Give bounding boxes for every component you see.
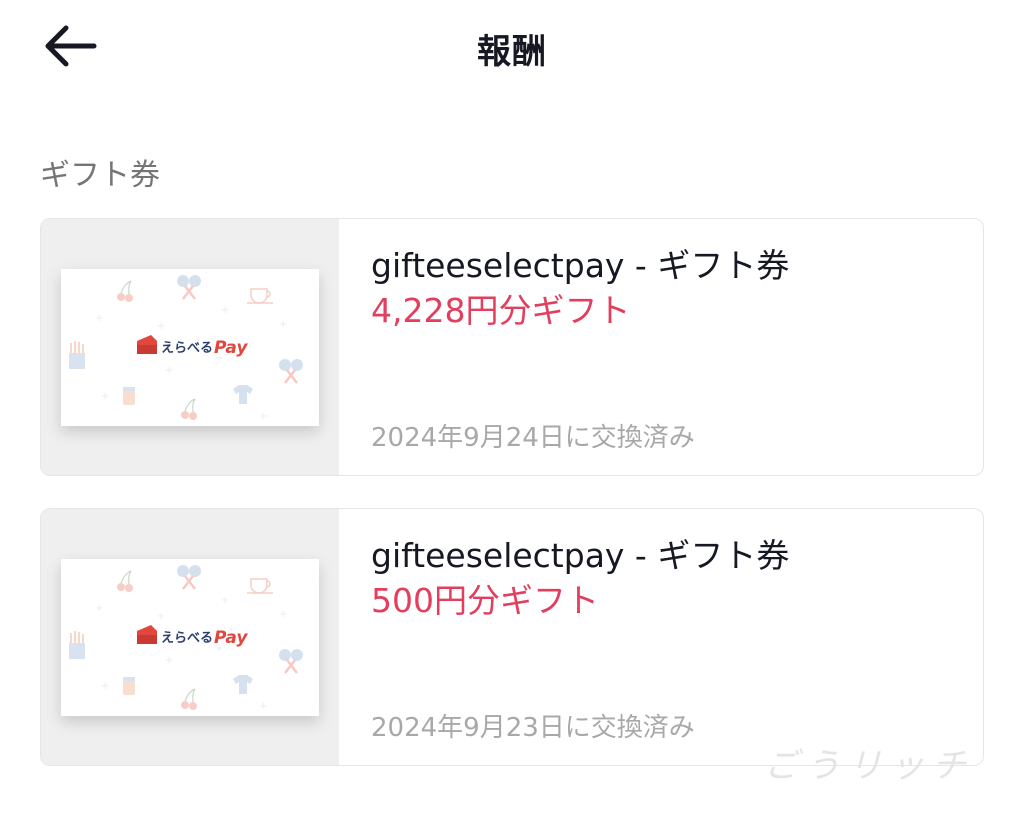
gift-card-name: gifteeselectpay - ギフト券 — [371, 536, 790, 575]
erabell-pay-card-image: + + + + + + + + えらべる Pay — [61, 559, 319, 716]
gift-card-amount: 500円分ギフト — [371, 581, 599, 620]
cherry-icon — [117, 280, 133, 302]
maracas-icon — [279, 359, 303, 384]
erabell-pay-logo-icon — [137, 625, 157, 644]
drink-icon — [123, 677, 135, 695]
maracas-icon — [279, 649, 303, 674]
svg-text:+: + — [221, 305, 229, 316]
gift-card-thumbnail: + + + + + + + + えらべる Pay — [41, 509, 339, 765]
svg-text:+: + — [95, 313, 103, 324]
svg-text:+: + — [165, 655, 173, 666]
gift-card-exchange-date: 2024年9月24日に交換済み — [371, 423, 695, 453]
cherry-icon — [117, 570, 133, 592]
header: 報酬 — [0, 0, 1024, 92]
page-title: 報酬 — [477, 32, 547, 72]
gift-card-amount: 4,228円分ギフト — [371, 291, 631, 330]
gift-card-item[interactable]: + + + + + + + + えらべる Pay gifteeselectpay - ギ… — [40, 218, 984, 476]
svg-text:+: + — [259, 411, 267, 422]
svg-text:+: + — [157, 611, 165, 622]
maracas-icon — [177, 565, 201, 590]
tshirt-icon — [233, 385, 253, 404]
gift-card-item[interactable]: + + + + + + + + えらべる Pay gifteeselectpay - ギ… — [40, 508, 984, 766]
erabell-pay-card-image: + + + + + + + + えらべる Pay — [61, 269, 319, 426]
coffee-cup-icon — [247, 578, 273, 594]
coffee-cup-icon — [247, 288, 273, 304]
maracas-icon — [177, 275, 201, 300]
cherry-icon — [181, 398, 197, 420]
gift-card-info: gifteeselectpay - ギフト券 500円分ギフト 2024年9月2… — [371, 533, 963, 765]
cherry-icon — [181, 688, 197, 710]
svg-text:+: + — [95, 603, 103, 614]
svg-text:+: + — [279, 609, 287, 620]
watermark: ごうリッチ — [764, 746, 974, 786]
logo-pay-text: Pay — [214, 628, 248, 648]
tshirt-icon — [233, 675, 253, 694]
svg-text:+: + — [259, 701, 267, 712]
svg-text:+: + — [101, 391, 109, 402]
svg-text:+: + — [101, 681, 109, 692]
logo-pay-text: Pay — [214, 338, 248, 358]
svg-text:+: + — [221, 595, 229, 606]
fries-icon — [69, 341, 85, 369]
svg-text:+: + — [157, 321, 165, 332]
gift-card-thumbnail: + + + + + + + + えらべる Pay — [41, 219, 339, 475]
erabell-pay-logo-icon — [137, 335, 157, 354]
fries-icon — [69, 631, 85, 659]
gift-card-info: gifteeselectpay - ギフト券 4,228円分ギフト 2024年9… — [371, 243, 963, 475]
logo-text: えらべる — [161, 341, 213, 356]
gift-card-exchange-date: 2024年9月23日に交換済み — [371, 713, 695, 743]
svg-text:+: + — [279, 319, 287, 330]
drink-icon — [123, 387, 135, 405]
gift-card-name: gifteeselectpay - ギフト券 — [371, 246, 790, 285]
svg-text:+: + — [165, 365, 173, 376]
section-label: ギフト券 — [40, 158, 160, 193]
logo-text: えらべる — [161, 631, 213, 646]
